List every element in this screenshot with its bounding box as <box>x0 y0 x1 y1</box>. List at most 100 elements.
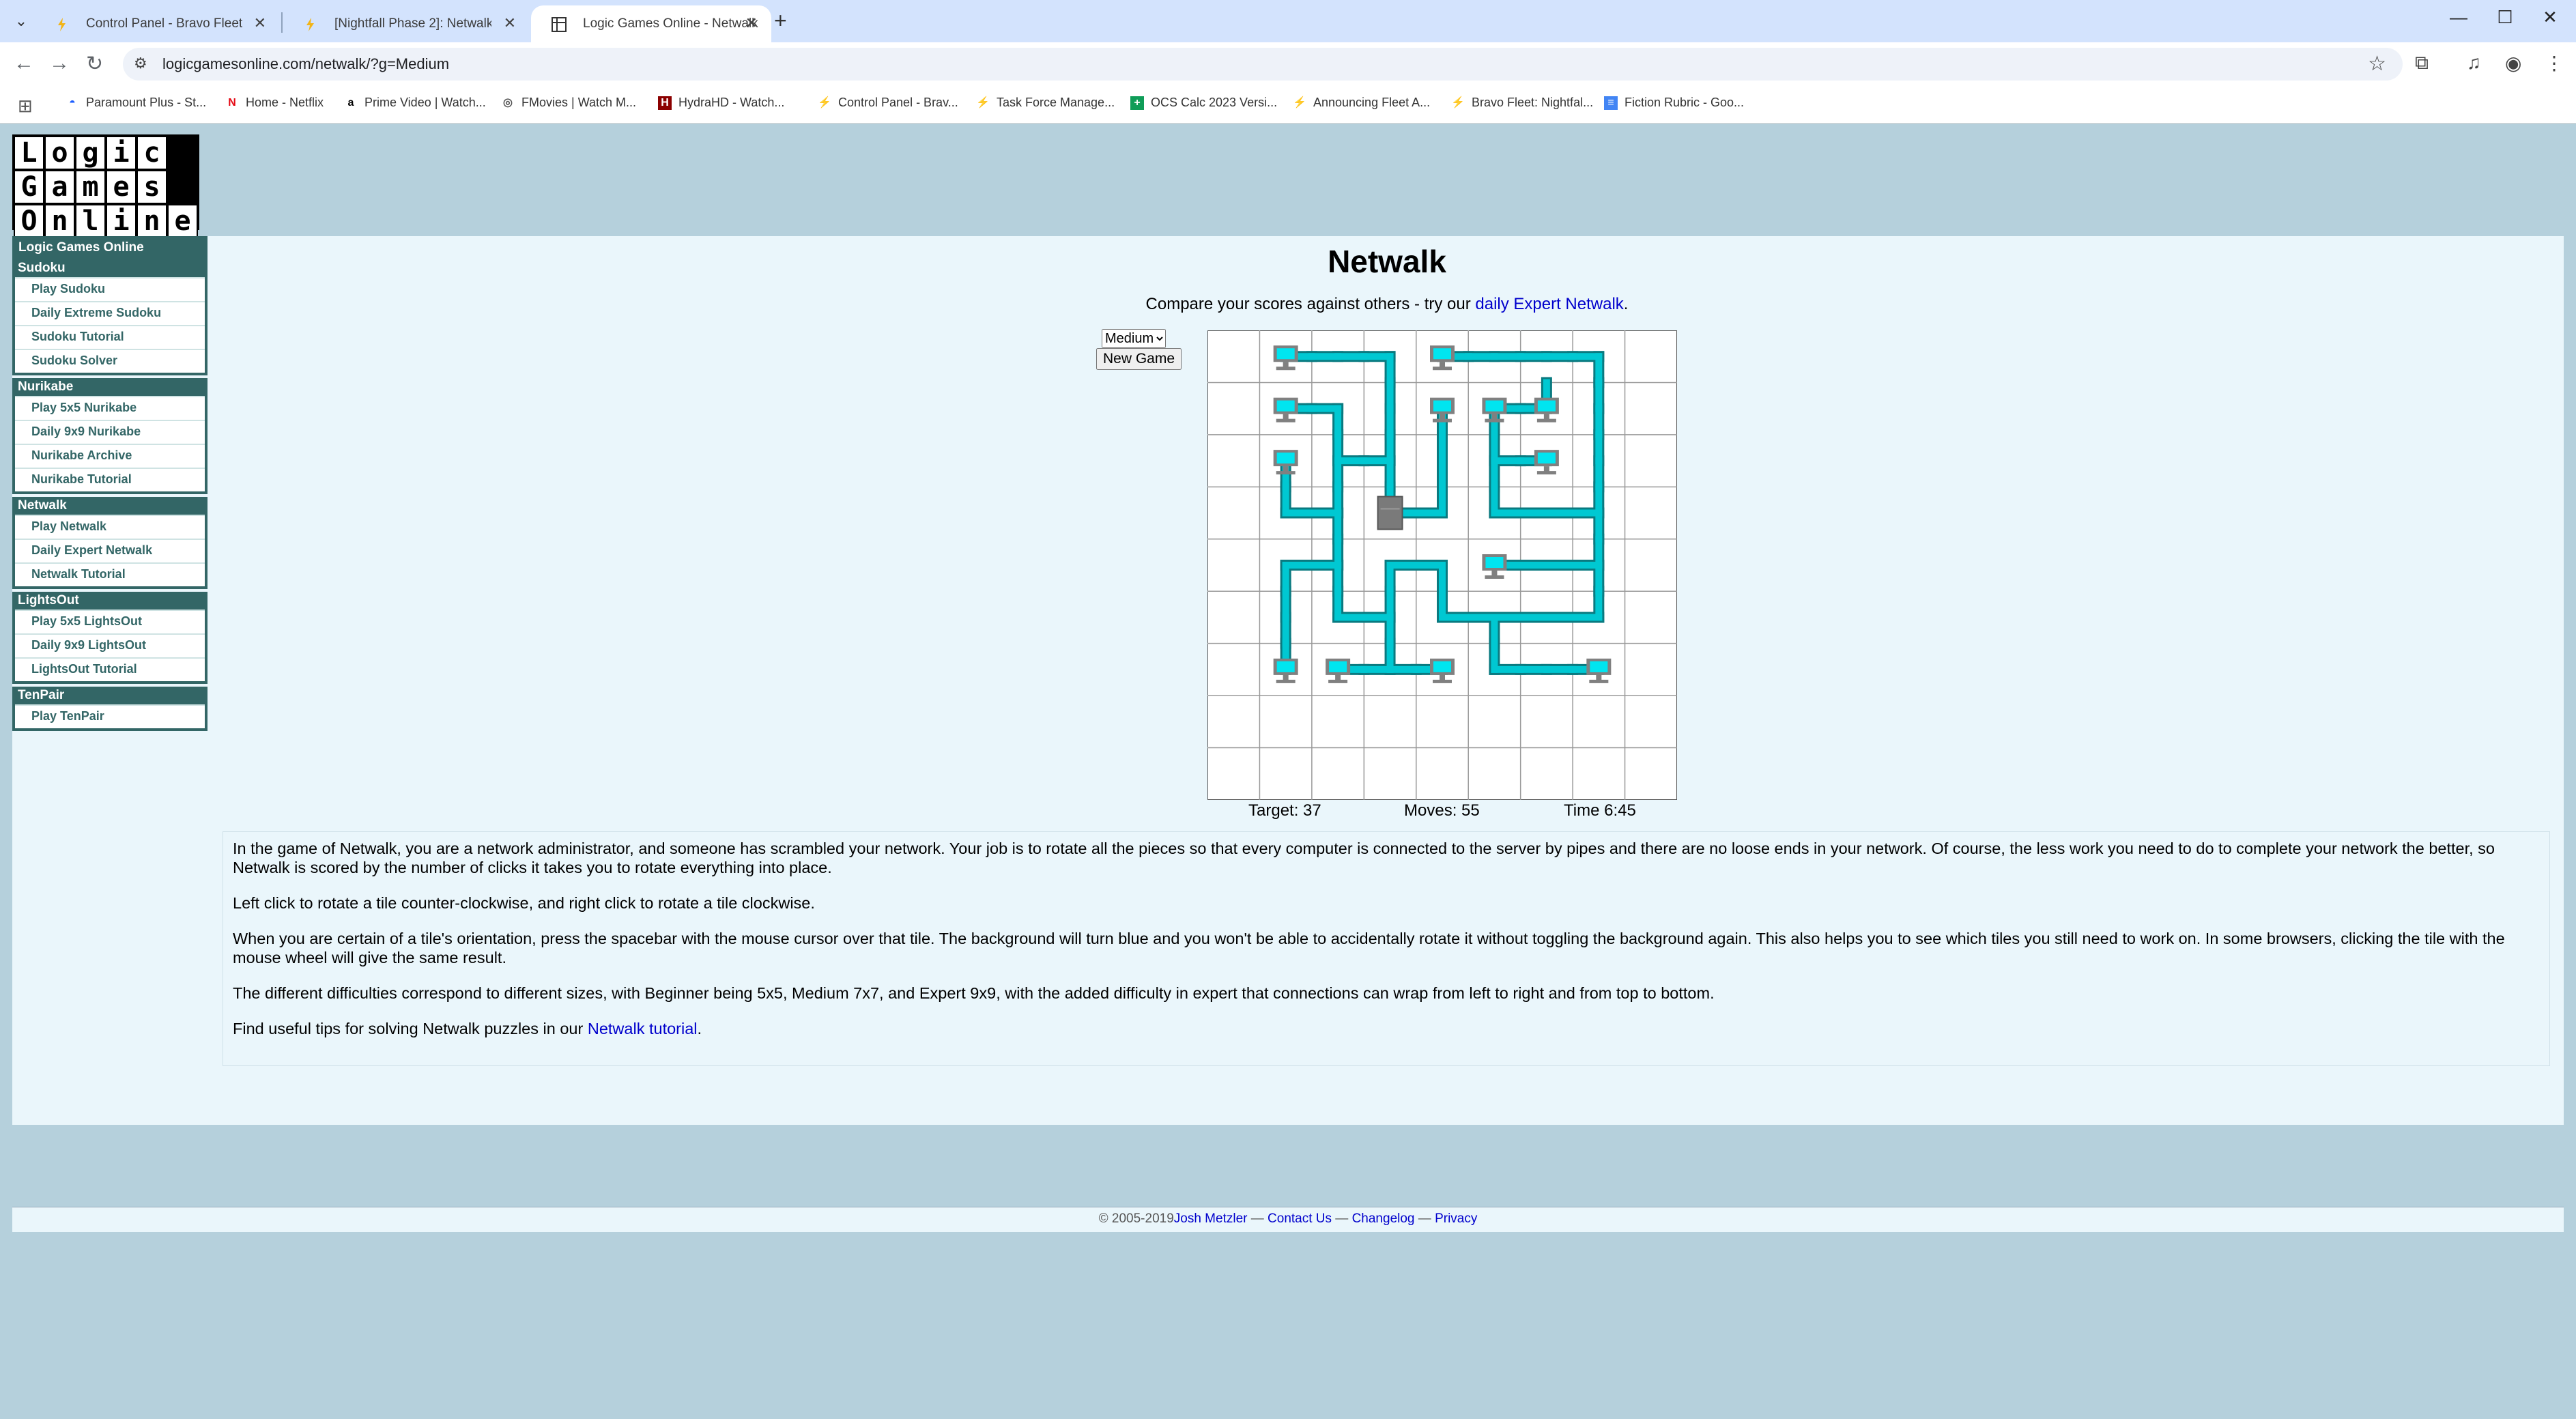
close-icon[interactable]: ✕ <box>254 14 266 32</box>
content-box: Logic Games Online Sudoku Play Sudoku Dail… <box>12 236 2564 1125</box>
bookmark-item[interactable]: ⚡ Task Force Manage... <box>976 96 1115 110</box>
computer-screen <box>1537 453 1556 464</box>
sidebar-group-title: Netwalk <box>15 497 205 515</box>
sidebar-item[interactable]: Play TenPair <box>15 704 205 728</box>
computer-screen <box>1485 557 1504 568</box>
bookmark-item[interactable]: ⚡ Bravo Fleet: Nightfal... <box>1451 96 1593 110</box>
sidebar-item[interactable]: Nurikabe Tutorial <box>15 468 205 491</box>
computer-screen <box>1433 348 1451 360</box>
site-logo[interactable]: LogicGamesOnline <box>12 134 199 238</box>
bookmark-item[interactable]: ◓ Paramount Plus - St... <box>66 96 206 110</box>
sidebar-item[interactable]: Daily 9x9 LightsOut <box>15 633 205 657</box>
sidebar-item[interactable]: Play Netwalk <box>15 515 205 539</box>
description-paragraph: In the game of Netwalk, you are a networ… <box>233 840 2495 876</box>
sidebar-item[interactable]: Daily Expert Netwalk <box>15 539 205 562</box>
extensions-icon[interactable]: ⧉ <box>2415 52 2429 74</box>
sidebar-group-title: TenPair <box>15 687 205 704</box>
grid-icon <box>552 17 567 32</box>
close-icon[interactable]: ✕ <box>504 14 516 32</box>
bookmark-item[interactable]: H HydraHD - Watch... <box>658 96 784 110</box>
computer-screen <box>1276 400 1295 412</box>
sidebar-item[interactable]: LightsOut Tutorial <box>15 657 205 681</box>
bookmark-item[interactable]: N Home - Netflix <box>225 96 324 110</box>
computer-screen <box>1329 661 1347 672</box>
bolt-icon <box>303 17 318 32</box>
target-count: Target: 37 <box>1248 801 1321 820</box>
computer-stand <box>1440 362 1445 368</box>
profile-icon[interactable]: ◉ <box>2505 52 2521 74</box>
sidebar-item[interactable]: Daily 9x9 Nurikabe <box>15 420 205 444</box>
game-board[interactable] <box>1207 330 1678 801</box>
close-window-icon[interactable]: ✕ <box>2530 7 2571 28</box>
difficulty-select[interactable]: Medium <box>1102 329 1166 348</box>
sidebar-item[interactable]: Play Sudoku <box>15 277 205 301</box>
description: In the game of Netwalk, you are a networ… <box>223 831 2550 1066</box>
tab-nightfall[interactable]: [Nightfall Phase 2]: Netwalk - B ✕ <box>283 5 530 42</box>
new-tab-icon[interactable]: + <box>774 8 787 33</box>
logo-letter: i <box>106 204 137 238</box>
description-paragraph: When you are certain of a tile's orienta… <box>233 930 2505 966</box>
minimize-icon[interactable]: — <box>2438 7 2479 28</box>
back-icon[interactable]: ← <box>14 52 34 75</box>
sidebar-group-title: Nurikabe <box>15 378 205 396</box>
computer-base <box>1276 367 1296 371</box>
tab-strip: ⌄ Control Panel - Bravo Fleet ✕ [Nightfa… <box>0 0 2576 42</box>
bookmark-item[interactable]: ◎ FMovies | Watch M... <box>501 96 636 110</box>
computer-base <box>1276 679 1296 683</box>
board-svg[interactable] <box>1207 330 1678 801</box>
bookmark-item[interactable]: a Prime Video | Watch... <box>344 96 486 110</box>
logo-letter: l <box>75 204 106 238</box>
logo-letter: c <box>137 136 167 170</box>
bookmark-item[interactable]: + OCS Calc 2023 Versi... <box>1130 96 1277 110</box>
maximize-icon[interactable]: ☐ <box>2485 7 2525 28</box>
sidebar-home-link[interactable]: Logic Games Online <box>12 236 207 259</box>
reload-icon[interactable]: ↻ <box>86 52 103 76</box>
apps-grid-icon[interactable]: ⊞ <box>18 96 33 117</box>
tab-search-icon[interactable]: ⌄ <box>10 10 33 33</box>
computer-stand <box>1283 466 1289 472</box>
bookmark-item[interactable]: ⚡ Control Panel - Brav... <box>818 96 958 110</box>
tab-title: [Nightfall Phase 2]: Netwalk - B <box>334 16 491 31</box>
computer-stand <box>1283 362 1289 368</box>
computer-screen <box>1276 348 1295 360</box>
media-icon[interactable]: ♫ <box>2467 52 2481 74</box>
computer-stand <box>1440 414 1445 420</box>
logo-letter <box>167 170 198 204</box>
sidebar-item[interactable]: Play 5x5 Nurikabe <box>15 396 205 420</box>
address-bar[interactable]: ⚙ logicgamesonline.com/netwalk/?g=Medium… <box>123 48 2403 81</box>
tab-control-panel[interactable]: Control Panel - Bravo Fleet ✕ <box>34 5 280 42</box>
privacy-link[interactable]: Privacy <box>1435 1212 1477 1226</box>
bolt-icon: ⚡ <box>1451 96 1465 109</box>
sidebar-group-nurikabe: Nurikabe Play 5x5 Nurikabe Daily 9x9 Nurik… <box>12 378 207 494</box>
paramount-icon: ◓ <box>69 96 76 109</box>
logo-letter: e <box>167 204 198 238</box>
menu-icon[interactable]: ⋮ <box>2545 52 2564 74</box>
computer-base <box>1276 471 1296 475</box>
bookmark-star-icon[interactable]: ☆ <box>2368 52 2386 76</box>
sidebar-group-title: Sudoku <box>15 259 205 277</box>
close-icon[interactable]: ✕ <box>745 14 758 32</box>
forward-icon[interactable]: → <box>49 52 70 75</box>
sidebar-item[interactable]: Daily Extreme Sudoku <box>15 301 205 325</box>
logo-letter: G <box>14 170 44 204</box>
daily-expert-netwalk-link[interactable]: daily Expert Netwalk <box>1475 295 1623 313</box>
logo-letter: e <box>106 170 137 204</box>
computer-base <box>1433 418 1452 422</box>
sidebar: Logic Games Online Sudoku Play Sudoku Dail… <box>12 236 207 734</box>
sidebar-item[interactable]: Nurikabe Archive <box>15 444 205 468</box>
sidebar-item[interactable]: Sudoku Tutorial <box>15 325 205 349</box>
netwalk-tutorial-link[interactable]: Netwalk tutorial <box>588 1020 698 1037</box>
sidebar-item[interactable]: Netwalk Tutorial <box>15 562 205 586</box>
sidebar-item[interactable]: Play 5x5 LightsOut <box>15 610 205 633</box>
author-link[interactable]: Josh Metzler <box>1174 1212 1248 1226</box>
new-game-button[interactable]: New Game <box>1096 348 1182 370</box>
changelog-link[interactable]: Changelog <box>1352 1212 1415 1226</box>
bookmark-item[interactable]: ≡ Fiction Rubric - Goo... <box>1604 96 1744 110</box>
bookmark-item[interactable]: ⚡ Announcing Fleet A... <box>1293 96 1430 110</box>
computer-stand <box>1283 414 1289 420</box>
hydrahd-icon: H <box>658 96 672 110</box>
sidebar-item[interactable]: Sudoku Solver <box>15 349 205 373</box>
contact-link[interactable]: Contact Us <box>1268 1212 1332 1226</box>
tab-netwalk[interactable]: Logic Games Online - Netwalk ✕ <box>531 5 771 42</box>
site-info-icon[interactable]: ⚙ <box>134 55 147 72</box>
